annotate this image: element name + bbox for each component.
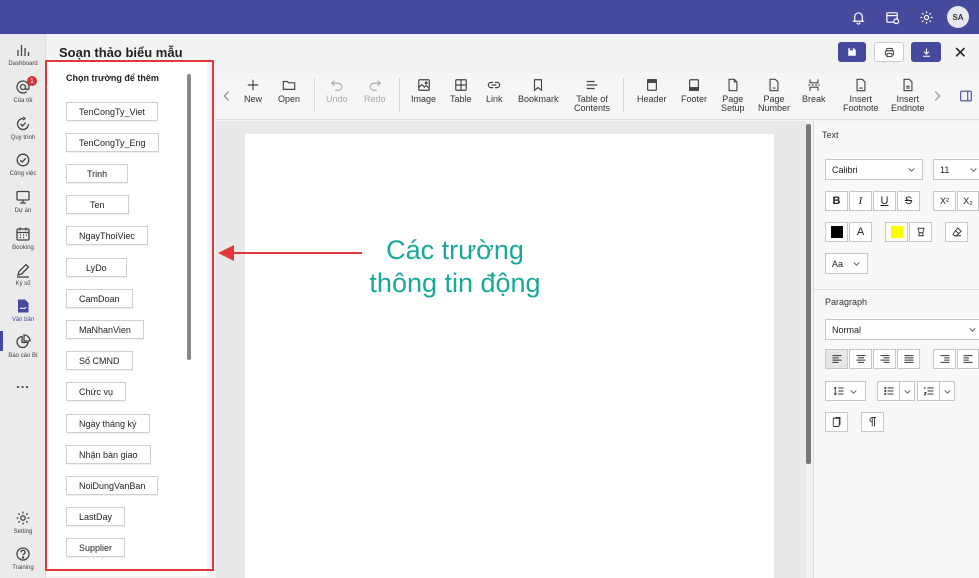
annotation-label: Các trường thông tin động [345, 234, 565, 300]
align-justify-button[interactable] [897, 349, 920, 369]
text-case-select[interactable]: Aa [825, 253, 868, 274]
decrease-indent-button[interactable] [933, 349, 956, 369]
align-right-button[interactable] [873, 349, 896, 369]
indent-icon [963, 355, 973, 363]
pilcrow-icon [869, 417, 876, 427]
paragraph-style-value: Normal [832, 324, 862, 335]
font-color-button[interactable]: A [849, 222, 872, 242]
chevron-down-icon [970, 168, 977, 172]
chevron-down-icon [903, 389, 911, 394]
chevron-down-icon [943, 389, 951, 394]
align-center-button[interactable] [849, 349, 872, 369]
chevron-down-icon [908, 168, 915, 172]
line-spacing-select[interactable] [825, 381, 866, 401]
align-left-icon [832, 355, 841, 363]
align-right-icon [880, 355, 889, 363]
paste-format-button[interactable] [825, 412, 848, 432]
show-formatting-button[interactable] [861, 412, 884, 432]
panel-divider [814, 289, 979, 290]
numbered-list-icon [923, 386, 933, 396]
outdent-icon [940, 355, 949, 363]
highlight-swatch-button[interactable] [885, 222, 908, 242]
font-size-select[interactable]: 11 [933, 159, 979, 180]
italic-button[interactable]: I [849, 191, 872, 211]
chevron-down-icon [853, 262, 860, 266]
format-panel: Text Calibri 11 B I U S X² X₂ A Aa Parag… [813, 121, 979, 578]
strikethrough-button[interactable]: S [897, 191, 920, 211]
font-color-swatch [830, 226, 843, 238]
chevron-down-icon [969, 328, 976, 332]
clipboard-icon [832, 417, 840, 427]
annotation-line1: Các trường [386, 235, 524, 265]
text-case-value: Aa [832, 258, 844, 269]
highlight-button[interactable] [909, 222, 932, 242]
bullet-list-dropdown[interactable] [899, 381, 915, 401]
chevron-down-icon [850, 389, 857, 394]
text-section-heading: Text [822, 130, 839, 140]
paragraph-style-select[interactable]: Normal [825, 319, 979, 340]
font-family-value: Calibri [832, 164, 858, 175]
align-left-button[interactable] [825, 349, 848, 369]
bullet-list-button[interactable] [877, 381, 900, 401]
annotation-line2: thông tin động [369, 268, 541, 298]
underline-button[interactable]: U [873, 191, 896, 211]
eraser-icon [951, 227, 962, 237]
align-center-icon [856, 355, 865, 363]
line-spacing-icon [833, 386, 844, 396]
font-family-select[interactable]: Calibri [825, 159, 923, 180]
bullet-list-icon [883, 386, 893, 396]
clear-format-button[interactable] [945, 222, 968, 242]
align-justify-icon [904, 355, 913, 363]
subscript-button[interactable]: X₂ [957, 191, 979, 211]
font-color-swatch-button[interactable] [825, 222, 848, 242]
highlight-color-swatch [890, 226, 903, 238]
numbered-list-button[interactable] [917, 381, 940, 401]
superscript-button[interactable]: X² [933, 191, 956, 211]
bold-button[interactable]: B [825, 191, 848, 211]
highlighter-icon [916, 227, 925, 237]
paragraph-section-heading: Paragraph [825, 297, 868, 307]
numbered-list-dropdown[interactable] [939, 381, 955, 401]
increase-indent-button[interactable] [957, 349, 979, 369]
font-size-value: 11 [940, 164, 950, 175]
